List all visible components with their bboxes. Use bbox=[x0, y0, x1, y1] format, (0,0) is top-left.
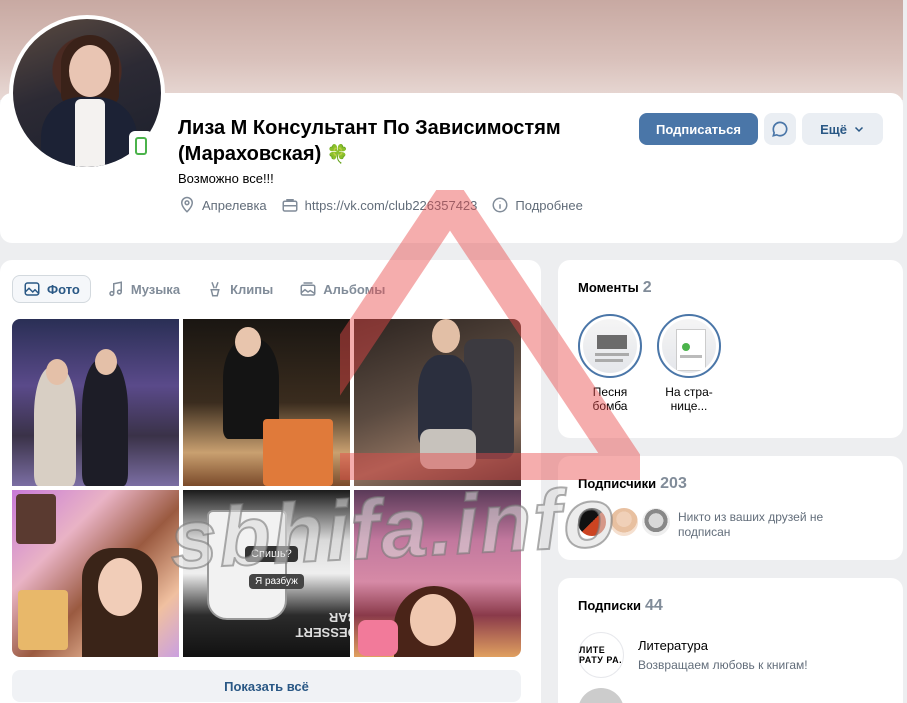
location: Апрелевка bbox=[178, 196, 267, 214]
details-label[interactable]: Подробнее bbox=[515, 198, 582, 213]
moments-title: Моменты bbox=[578, 280, 639, 295]
moment-label: Песня бомба bbox=[592, 385, 628, 413]
tab-photos[interactable]: Фото bbox=[12, 275, 91, 303]
photo-thumbnail[interactable] bbox=[354, 319, 521, 486]
photo-thumbnail[interactable]: Спишь? Я разбуж DESSERT BAR bbox=[183, 490, 350, 657]
clover-emoji: 🍀 bbox=[326, 144, 350, 164]
subscribers-title: Подписчики bbox=[578, 476, 657, 491]
profile-meta: Апрелевка https://vk.com/club226357423 П… bbox=[178, 196, 583, 214]
cup-text: Я разбуж bbox=[249, 574, 304, 589]
location-text: Апрелевка bbox=[202, 197, 267, 213]
page-title: Лиза М Консультант По Зависимостям (Мара… bbox=[178, 115, 608, 167]
follows-card: Подписки 44 ЛИТЕ РАТУ РА. Литература Возв… bbox=[558, 578, 903, 703]
group-description: Возвращаем любовь к книгам! bbox=[638, 658, 808, 672]
moment-item[interactable]: Песня бомба bbox=[578, 314, 642, 413]
profile-link-text[interactable]: https://vk.com/club226357423 bbox=[305, 198, 478, 213]
more-button[interactable]: Ещё bbox=[802, 113, 883, 145]
clips-icon bbox=[210, 281, 220, 297]
tab-label: Альбомы bbox=[323, 281, 386, 297]
tab-label: Клипы bbox=[230, 281, 274, 297]
follows-count: 44 bbox=[644, 597, 663, 614]
tab-label: Музыка bbox=[130, 281, 181, 297]
chevron-down-icon bbox=[854, 126, 863, 133]
subscribers-card: Подписчики 203 Никто из ваших друзей не п… bbox=[558, 456, 903, 560]
follows-title: Подписки bbox=[578, 598, 641, 613]
subscribers-count: 203 bbox=[660, 475, 687, 492]
tab-label: Фото bbox=[47, 281, 80, 297]
subscribe-button[interactable]: Подписаться bbox=[639, 113, 758, 145]
location-pin-icon bbox=[180, 196, 194, 213]
tab-music[interactable]: Музыка bbox=[97, 275, 190, 303]
show-all-button[interactable]: Показать всё bbox=[12, 670, 521, 702]
moments-header[interactable]: Моменты 2 bbox=[578, 279, 652, 297]
profile-name: Лиза М Консультант По Зависимостям (Мара… bbox=[178, 117, 561, 165]
profile-status: Возможно все!!! bbox=[178, 171, 274, 186]
moments-count: 2 bbox=[642, 279, 652, 296]
info-icon bbox=[492, 197, 508, 213]
photo-grid: Спишь? Я разбуж DESSERT BAR bbox=[12, 319, 521, 657]
tab-albums[interactable]: Альбомы bbox=[289, 275, 395, 303]
message-button[interactable] bbox=[764, 113, 796, 145]
photo-icon bbox=[24, 282, 40, 296]
mobile-online-icon bbox=[129, 131, 153, 161]
photo-thumbnail[interactable] bbox=[12, 490, 179, 657]
avatar[interactable] bbox=[640, 506, 672, 538]
moment-label: На стра-ни­це... bbox=[665, 385, 713, 413]
moments-card: Моменты 2 Песня бомба На стра-ни­це... bbox=[558, 260, 903, 438]
music-icon bbox=[109, 281, 122, 297]
bar-text: DESSERT BAR bbox=[295, 610, 350, 640]
briefcase-icon bbox=[282, 199, 298, 212]
photo-thumbnail[interactable] bbox=[183, 319, 350, 486]
chat-bubble-icon bbox=[772, 121, 788, 137]
more-button-label[interactable]: Ещё bbox=[820, 122, 847, 137]
subscribers-header[interactable]: Подписчики 203 bbox=[578, 475, 687, 493]
media-card: Фото Музыка Клипы Альбомы Спишь? Я разбу… bbox=[0, 260, 541, 703]
photo-thumbnail[interactable] bbox=[354, 490, 521, 657]
moment-item[interactable]: На стра-ни­це... bbox=[657, 314, 721, 413]
media-tabs: Фото Музыка Клипы Альбомы bbox=[12, 275, 395, 303]
tab-clips[interactable]: Клипы bbox=[196, 275, 283, 303]
follows-header[interactable]: Подписки 44 bbox=[578, 597, 663, 615]
details-link[interactable]: Подробнее bbox=[491, 196, 583, 214]
albums-icon bbox=[300, 282, 316, 296]
group-name[interactable]: Литература bbox=[638, 638, 708, 653]
cup-text: Спишь? bbox=[245, 546, 298, 562]
no-friends-note: Никто из ваших друзей не подписан bbox=[678, 510, 824, 539]
group-logo[interactable]: ЛИТЕ РАТУ РА. bbox=[578, 632, 624, 678]
avatar[interactable] bbox=[576, 506, 608, 538]
photo-thumbnail[interactable] bbox=[12, 319, 179, 486]
profile-link[interactable]: https://vk.com/club226357423 bbox=[281, 196, 478, 214]
avatar[interactable] bbox=[608, 506, 640, 538]
avatar[interactable] bbox=[578, 688, 624, 703]
